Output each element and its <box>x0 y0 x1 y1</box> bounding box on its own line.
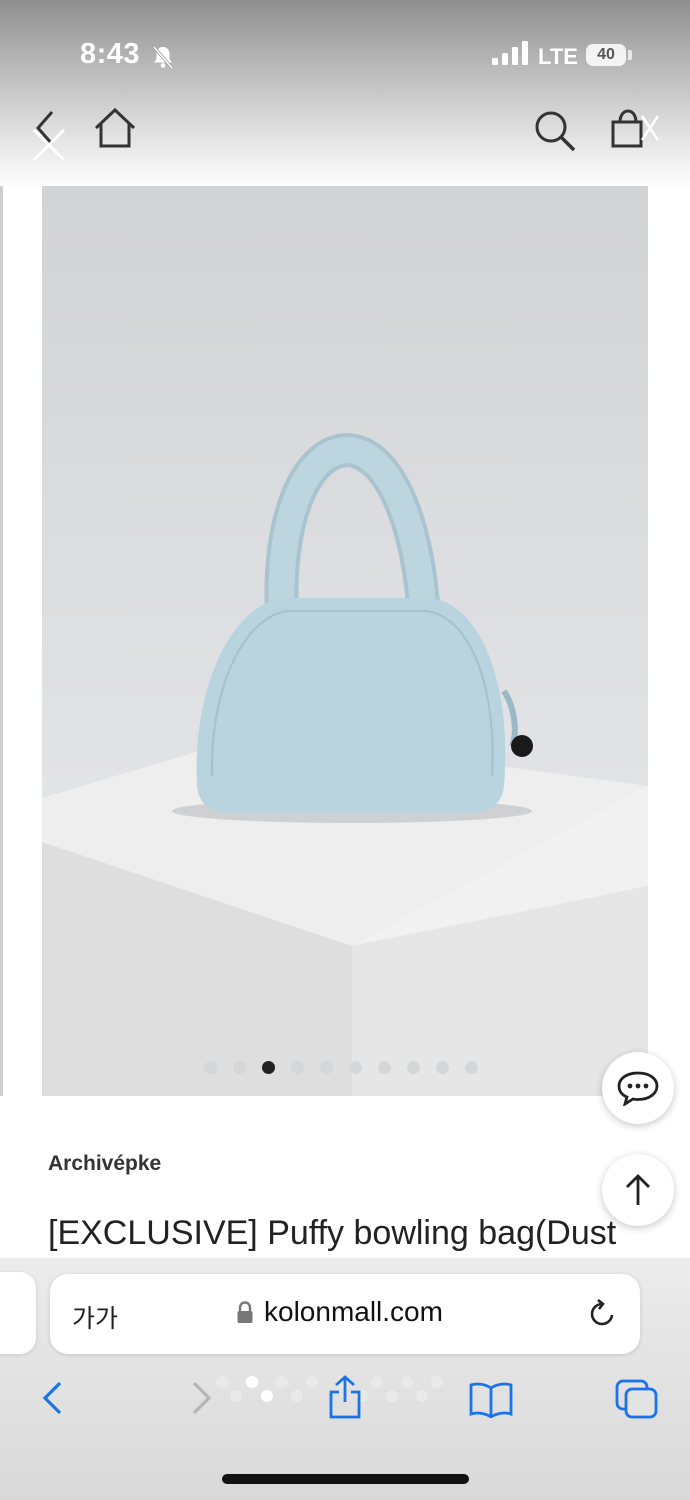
brand-name[interactable]: Archivépke <box>48 1152 161 1176</box>
carousel-dot[interactable] <box>291 1061 304 1074</box>
lock-icon <box>237 1301 253 1323</box>
carousel-pagination[interactable] <box>204 1061 478 1075</box>
battery-tip <box>628 50 632 60</box>
bell-off-icon <box>152 46 174 69</box>
carousel-dot[interactable] <box>407 1061 420 1074</box>
network-label: LTE <box>538 44 578 69</box>
product-title: [EXCLUSIVE] Puffy bowling bag(Dust <box>48 1214 617 1252</box>
carousel-dot[interactable] <box>378 1061 391 1074</box>
text-size-button[interactable]: 가가 <box>72 1299 118 1335</box>
carousel-dot[interactable] <box>436 1061 449 1074</box>
shopping-bag-icon[interactable] <box>608 106 666 152</box>
search-icon[interactable] <box>532 108 578 154</box>
battery-indicator: 40 <box>586 44 626 66</box>
carousel-dot[interactable] <box>349 1061 362 1074</box>
carousel-dot-active[interactable] <box>262 1061 275 1074</box>
arrow-up-icon <box>626 1174 650 1205</box>
status-time: 8:43 <box>80 38 141 70</box>
chat-icon <box>617 1071 659 1106</box>
close-icon[interactable] <box>30 126 68 164</box>
top-gradient <box>0 0 690 190</box>
product-image[interactable] <box>42 186 648 1096</box>
share-icon[interactable] <box>326 1374 364 1420</box>
carousel-dot[interactable] <box>465 1061 478 1074</box>
carousel-dot[interactable] <box>233 1061 246 1074</box>
home-icon[interactable] <box>92 106 138 150</box>
bookmarks-icon[interactable] <box>468 1380 514 1418</box>
previous-tab-preview[interactable] <box>0 1272 36 1354</box>
home-indicator[interactable] <box>222 1474 469 1484</box>
previous-slide-edge <box>0 186 3 1096</box>
product-photo <box>42 432 648 1096</box>
carousel-dot[interactable] <box>320 1061 333 1074</box>
browser-back-icon[interactable] <box>38 1380 68 1416</box>
tabs-icon[interactable] <box>614 1378 660 1420</box>
signal-icon <box>492 41 528 65</box>
reload-icon[interactable] <box>586 1298 618 1330</box>
carousel-dot[interactable] <box>204 1061 217 1074</box>
url-domain[interactable]: kolonmall.com <box>264 1296 443 1328</box>
browser-forward-icon[interactable] <box>186 1380 216 1416</box>
chat-button[interactable] <box>602 1052 674 1124</box>
